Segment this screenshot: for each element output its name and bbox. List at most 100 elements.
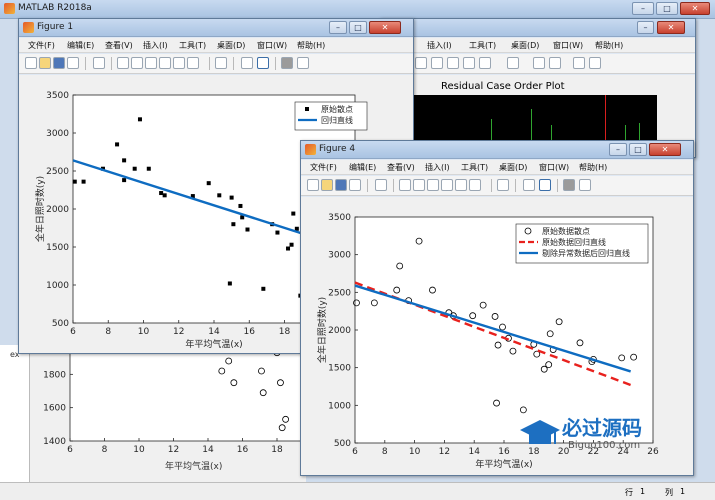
print-icon[interactable] (349, 179, 361, 191)
show-tools-icon[interactable] (579, 179, 591, 191)
zoom-out-icon[interactable] (131, 57, 143, 69)
pan-icon[interactable] (431, 57, 443, 69)
legend-icon[interactable] (549, 57, 561, 69)
brush-icon[interactable] (469, 179, 481, 191)
figure4-maximize[interactable]: □ (629, 143, 647, 156)
menu-view[interactable]: 查看(V) (387, 162, 415, 173)
y-tick-label: 3500 (328, 213, 351, 223)
figure1-titlebar[interactable]: Figure 1 – □ ✕ (19, 19, 413, 37)
figure-residual-close[interactable]: ✕ (657, 21, 685, 34)
figure4-close[interactable]: ✕ (649, 143, 681, 156)
figure-residual-titlebar[interactable]: – ✕ (381, 19, 695, 37)
menu-help[interactable]: 帮助(H) (297, 40, 325, 51)
print-icon[interactable] (67, 57, 79, 69)
menu-edit[interactable]: 编辑(E) (349, 162, 376, 173)
menu-help[interactable]: 帮助(H) (595, 40, 623, 51)
figure4-minimize[interactable]: – (609, 143, 627, 156)
save-icon[interactable] (335, 179, 347, 191)
y-tick-label: 500 (52, 319, 69, 329)
data-cursor-icon[interactable] (455, 179, 467, 191)
data-point (115, 142, 120, 147)
pointer-icon[interactable] (93, 57, 105, 69)
legend-label: 原始数据散点 (542, 226, 590, 236)
colorbar-icon[interactable] (533, 57, 545, 69)
close-button[interactable]: ✕ (680, 2, 710, 15)
open-file-icon[interactable] (39, 57, 51, 69)
data-point (286, 246, 291, 251)
hide-tools-icon[interactable] (573, 57, 585, 69)
menu-edit[interactable]: 编辑(E) (67, 40, 94, 51)
figure1-toolbar (19, 54, 413, 74)
residual-plot-title: Residual Case Order Plot (441, 81, 565, 92)
menu-desktop[interactable]: 桌面(D) (217, 40, 245, 51)
figure1-minimize[interactable]: – (329, 21, 347, 34)
x-tick-label: 10 (409, 447, 421, 457)
menu-window[interactable]: 窗口(W) (553, 40, 583, 51)
figure4-titlebar[interactable]: Figure 4 – □ ✕ (301, 141, 693, 159)
y-tick-label: 1500 (46, 243, 69, 253)
menu-view[interactable]: 查看(V) (105, 40, 133, 51)
hide-tools-icon[interactable] (281, 57, 293, 69)
menu-file[interactable]: 文件(F) (28, 40, 55, 51)
new-figure-icon[interactable] (307, 179, 319, 191)
colorbar-icon[interactable] (241, 57, 253, 69)
menu-desktop[interactable]: 桌面(D) (499, 162, 527, 173)
x-tick-label: 10 (133, 445, 145, 455)
menu-insert[interactable]: 插入(I) (427, 40, 452, 51)
x-tick-label: 6 (67, 445, 73, 455)
data-cursor-icon[interactable] (173, 57, 185, 69)
pan-icon[interactable] (145, 57, 157, 69)
menu-insert[interactable]: 插入(I) (425, 162, 450, 173)
legend-icon[interactable] (539, 179, 551, 191)
zoom-in-icon[interactable] (415, 57, 427, 69)
data-point (227, 281, 232, 286)
menu-tools[interactable]: 工具(T) (179, 40, 206, 51)
minimize-button[interactable]: – (632, 2, 654, 15)
open-file-icon[interactable] (321, 179, 333, 191)
menu-tools[interactable]: 工具(T) (469, 40, 496, 51)
figure-icon (305, 144, 316, 155)
zoom-in-icon[interactable] (399, 179, 411, 191)
brush-icon[interactable] (479, 57, 491, 69)
data-point (217, 193, 222, 198)
new-figure-icon[interactable] (25, 57, 37, 69)
link-icon[interactable] (497, 179, 509, 191)
figure1-maximize[interactable]: □ (349, 21, 367, 34)
save-icon[interactable] (53, 57, 65, 69)
brush-icon[interactable] (187, 57, 199, 69)
figure-residual-window[interactable]: – ✕ 插入(I) 工具(T) 桌面(D) 窗口(W) 帮助(H) Residu… (380, 18, 696, 159)
show-tools-icon[interactable] (589, 57, 601, 69)
menu-file[interactable]: 文件(F) (310, 162, 337, 173)
menu-window[interactable]: 窗口(W) (539, 162, 569, 173)
link-icon[interactable] (507, 57, 519, 69)
toolbar-separator (367, 179, 368, 192)
menu-help[interactable]: 帮助(H) (579, 162, 607, 173)
data-point (245, 227, 250, 232)
matlab-titlebar[interactable]: MATLAB R2018a – □ ✕ (0, 0, 715, 19)
rotate-icon[interactable] (441, 179, 453, 191)
rotate-icon[interactable] (447, 57, 459, 69)
data-point (231, 222, 236, 227)
menu-desktop[interactable]: 桌面(D) (511, 40, 539, 51)
pointer-icon[interactable] (375, 179, 387, 191)
data-cursor-icon[interactable] (463, 57, 475, 69)
zoom-in-icon[interactable] (117, 57, 129, 69)
menu-window[interactable]: 窗口(W) (257, 40, 287, 51)
menu-insert[interactable]: 插入(I) (143, 40, 168, 51)
figure-icon (23, 22, 34, 33)
figure-residual-minimize[interactable]: – (637, 21, 654, 34)
rotate-icon[interactable] (159, 57, 171, 69)
maximize-button[interactable]: □ (656, 2, 678, 15)
link-icon[interactable] (215, 57, 227, 69)
figure4-title: Figure 4 (319, 144, 356, 154)
menu-tools[interactable]: 工具(T) (461, 162, 488, 173)
show-tools-icon[interactable] (297, 57, 309, 69)
watermark-brand: 必过源码 (562, 416, 642, 440)
pan-icon[interactable] (427, 179, 439, 191)
figure1-close[interactable]: ✕ (369, 21, 401, 34)
legend-icon[interactable] (257, 57, 269, 69)
x-axis-label: 年平均气温(x) (185, 338, 242, 350)
hide-tools-icon[interactable] (563, 179, 575, 191)
zoom-out-icon[interactable] (413, 179, 425, 191)
colorbar-icon[interactable] (523, 179, 535, 191)
